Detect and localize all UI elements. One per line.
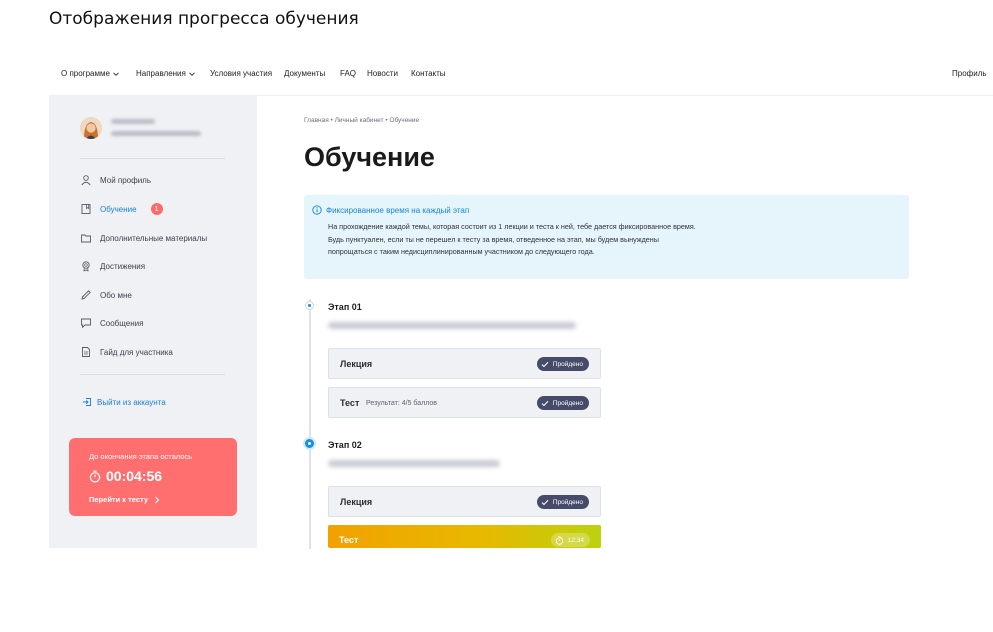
document-title: Отображения прогресса обучения (49, 9, 359, 29)
sidebar-item-label: Гайд для участника (100, 347, 173, 357)
avatar-image (80, 117, 102, 139)
nav-directions-label: Направления (136, 69, 186, 78)
sidebar-item-about-me[interactable]: Обо мне (80, 289, 132, 301)
test-result: Результат: 4/5 баллов (366, 400, 438, 407)
user-name-blurred (111, 119, 155, 124)
status-badge: Пройдено (536, 396, 589, 410)
sidebar-item-guide[interactable]: Гайд для участника (80, 346, 173, 358)
status-badge: Пройдено (536, 357, 589, 371)
status-badge: Пройдено (536, 495, 589, 509)
stage-timer-card: До окончания этапа осталось 00:04:56 Пер… (69, 438, 237, 516)
nav-profile[interactable]: Профиль (952, 69, 987, 78)
top-navigation: О программе Направления Условия участия … (49, 62, 993, 96)
document-icon (82, 347, 90, 357)
stopwatch-icon (89, 470, 101, 483)
info-icon (312, 205, 322, 215)
sidebar-item-achievements[interactable]: Достижения (80, 260, 145, 272)
logout-link[interactable]: Выйти из аккаунта (82, 397, 166, 407)
card-name: Лекция (340, 497, 373, 507)
info-banner-title: Фиксированное время на каждый этап (312, 205, 469, 215)
chevron-down-icon (189, 71, 195, 76)
logout-label: Выйти из аккаунта (97, 397, 166, 407)
lecture-card[interactable]: Лекция Пройдено (328, 348, 601, 379)
pencil-icon (81, 290, 91, 300)
card-name: Тест (339, 535, 359, 545)
stage-marker-current (303, 437, 316, 450)
stage-subtitle-blurred (328, 322, 576, 329)
nav-conditions[interactable]: Условия участия (210, 69, 272, 78)
logout-icon (83, 398, 91, 406)
status-label: Пройдено (552, 498, 583, 506)
sidebar-item-label: Мой профиль (100, 175, 152, 185)
lecture-card[interactable]: Лекция Пройдено (328, 486, 601, 517)
stage-title: Этап 01 (328, 302, 362, 312)
chevron-down-icon (113, 71, 119, 76)
user-surname-blurred (111, 131, 201, 136)
check-icon (541, 361, 549, 367)
sidebar: Мой профиль Обучение 1 Дополнительные ма… (49, 96, 257, 548)
breadcrumb[interactable]: Главная • Личный кабинет • Обучение (304, 117, 419, 124)
nav-directions[interactable]: Направления (136, 69, 195, 78)
stage-subtitle-blurred (328, 460, 500, 467)
book-icon (81, 204, 91, 214)
stage-marker-completed (305, 301, 314, 310)
info-banner: Фиксированное время на каждый этап На пр… (304, 195, 909, 279)
sidebar-item-label: Сообщения (100, 318, 144, 328)
nav-faq[interactable]: FAQ (340, 69, 356, 78)
check-icon (541, 499, 549, 505)
nav-news[interactable]: Новости (367, 69, 398, 78)
sidebar-divider (80, 158, 225, 159)
folder-icon (81, 234, 91, 243)
nav-about-program-label: О программе (61, 69, 110, 78)
sidebar-item-materials[interactable]: Дополнительные материалы (80, 232, 207, 244)
nav-documents[interactable]: Документы (284, 69, 325, 78)
sidebar-item-profile[interactable]: Мой профиль (80, 174, 151, 186)
stage-title: Этап 02 (328, 440, 362, 450)
avatar[interactable] (80, 117, 102, 139)
page-title: Обучение (304, 142, 435, 172)
time-badge: 12:34 (550, 533, 590, 547)
progress-timeline (309, 299, 311, 549)
timer-value: 00:04:56 (89, 468, 162, 484)
notification-badge: 1 (150, 203, 163, 215)
nav-contacts[interactable]: Контакты (411, 69, 446, 78)
info-title-text: Фиксированное время на каждый этап (326, 205, 470, 215)
sidebar-item-label: Обучение (100, 204, 137, 214)
time-label: 12:34 (567, 536, 584, 544)
sidebar-item-label: Обо мне (100, 290, 132, 300)
info-banner-text: На прохождение каждой темы, которая сост… (328, 222, 696, 256)
card-name: Тест (340, 398, 359, 408)
sidebar-divider (80, 374, 225, 375)
timer-label: До окончания этапа осталось (89, 452, 193, 461)
card-name: Лекция (340, 359, 373, 369)
sidebar-item-messages[interactable]: Сообщения (80, 317, 143, 329)
user-icon (81, 175, 91, 186)
test-card[interactable]: Тест Результат: 4/5 баллов Пройдено (328, 387, 601, 418)
go-to-test-link[interactable]: Перейти к тесту (89, 495, 160, 504)
medal-icon (82, 261, 90, 272)
timer-time: 00:04:56 (106, 468, 163, 484)
message-icon (81, 318, 91, 329)
sidebar-item-label: Дополнительные материалы (100, 233, 208, 243)
sidebar-item-label: Достижения (100, 261, 146, 271)
stopwatch-icon (555, 535, 563, 545)
nav-about-program[interactable]: О программе (61, 69, 119, 78)
go-to-test-label: Перейти к тесту (89, 495, 149, 504)
chevron-right-icon (155, 496, 160, 503)
card-name-text: Тест (340, 398, 360, 408)
status-label: Пройдено (552, 360, 583, 368)
active-test-card[interactable]: Тест 12:34 (328, 525, 601, 548)
sidebar-item-learning[interactable]: Обучение 1 (80, 203, 163, 215)
check-icon (541, 400, 549, 406)
status-label: Пройдено (552, 399, 583, 407)
